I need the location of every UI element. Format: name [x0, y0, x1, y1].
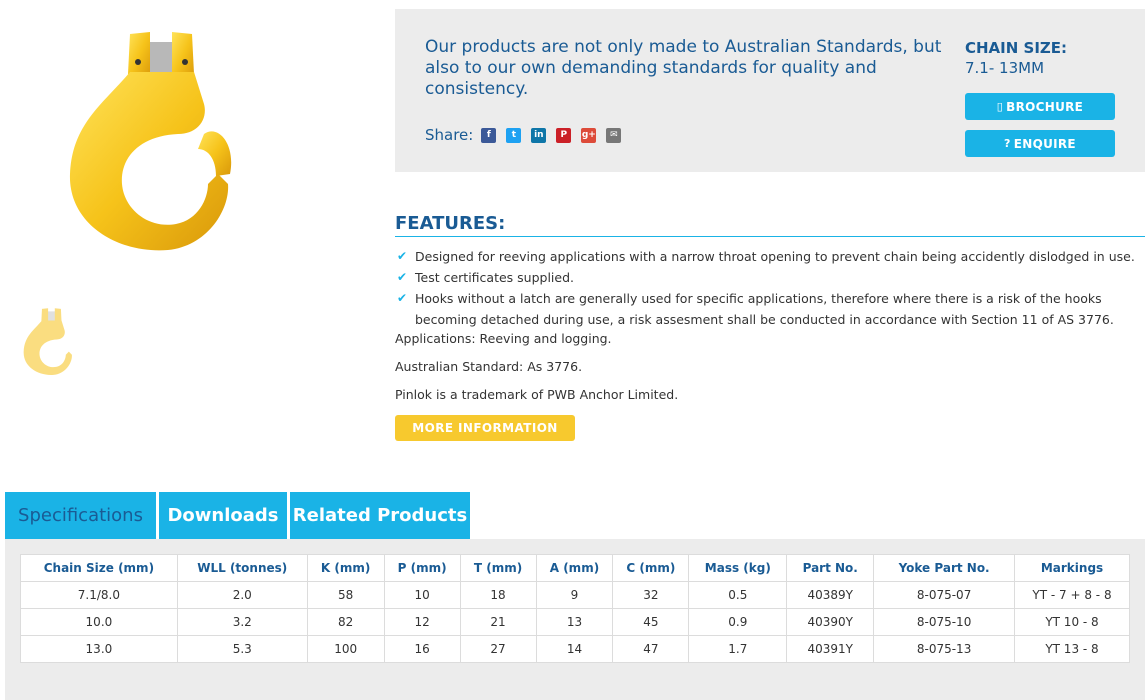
list-item: ✔ Test certificates supplied. [397, 267, 1145, 288]
table-cell: 32 [612, 581, 690, 609]
table-cell: 8-075-13 [873, 635, 1016, 663]
tab-specifications[interactable]: Specifications [5, 492, 156, 539]
pdf-file-icon: ▯ [996, 100, 1004, 113]
table-cell: 100 [306, 635, 385, 663]
twitter-icon[interactable]: t [506, 127, 522, 143]
table-cell: 45 [612, 608, 690, 636]
product-image [58, 24, 248, 264]
check-icon: ✔ [397, 249, 408, 263]
table-cell: 8-075-10 [873, 608, 1016, 636]
table-cell: 8-075-07 [873, 581, 1016, 609]
tab-downloads[interactable]: Downloads [159, 492, 287, 539]
table-cell: 16 [383, 635, 461, 663]
list-item: ✔ Designed for reeving applications with… [397, 246, 1145, 267]
table-cell: 10 [383, 581, 461, 609]
brochure-button-label: BROCHURE [1006, 99, 1084, 114]
table-row: 7.1/8.0 2.0 58 10 18 9 32 0.5 40389Y 8-0… [20, 581, 1130, 609]
table-cell: 13.0 [20, 635, 178, 663]
feature-text: Designed for reeving applications with a… [415, 249, 1135, 264]
share-bar: Share: f t in P g+ ✉ [425, 126, 631, 144]
table-cell: 2.0 [176, 581, 308, 609]
chain-size-label: CHAIN SIZE: [965, 39, 1068, 57]
more-information-button[interactable]: MORE INFORMATION [395, 415, 575, 441]
share-label: Share: [425, 126, 474, 144]
list-item: ✔ Hooks without a latch are generally us… [397, 288, 1145, 330]
specifications-panel: Chain Size (mm) WLL (tonnes) K (mm) P (m… [5, 539, 1145, 700]
table-cell: 3.2 [176, 608, 308, 636]
enquire-button-label: ENQUIRE [1013, 136, 1076, 151]
table-cell: 10.0 [20, 608, 178, 636]
features-list: ✔ Designed for reeving applications with… [397, 246, 1145, 330]
trademark-text: Pinlok is a trademark of PWB Anchor Limi… [395, 387, 679, 402]
column-header: WLL (tonnes) [176, 554, 308, 582]
column-header: Chain Size (mm) [20, 554, 178, 582]
table-cell: YT 10 - 8 [1014, 608, 1130, 636]
column-header: A (mm) [535, 554, 614, 582]
question-circle-icon: ? [1004, 137, 1011, 150]
column-header: K (mm) [306, 554, 385, 582]
email-icon[interactable]: ✉ [606, 127, 622, 143]
column-header: P (mm) [383, 554, 461, 582]
chain-size: CHAIN SIZE: 7.1- 13MM [965, 39, 1067, 77]
table-cell: 47 [612, 635, 690, 663]
check-icon: ✔ [397, 270, 408, 284]
column-header: Yoke Part No. [873, 554, 1016, 582]
chain-size-value: 7.1- 13MM [965, 59, 1045, 77]
table-cell: 14 [535, 635, 614, 663]
tab-related-products[interactable]: Related Products [290, 492, 470, 539]
linkedin-icon[interactable]: in [531, 127, 547, 143]
table-cell: 58 [306, 581, 385, 609]
table-cell: 12 [383, 608, 461, 636]
enquire-button[interactable]: ? ENQUIRE [965, 130, 1115, 157]
facebook-icon[interactable]: f [481, 127, 497, 143]
product-tabs: Specifications Downloads Related Product… [5, 492, 473, 539]
table-row: 13.0 5.3 100 16 27 14 47 1.7 40391Y 8-07… [20, 635, 1130, 663]
column-header: T (mm) [459, 554, 537, 582]
column-header: Mass (kg) [688, 554, 788, 582]
table-cell: 1.7 [688, 635, 788, 663]
column-header: Part No. [786, 554, 875, 582]
table-cell: 5.3 [176, 635, 308, 663]
table-cell: 27 [459, 635, 537, 663]
table-cell: 21 [459, 608, 537, 636]
table-cell: 0.9 [688, 608, 788, 636]
table-cell: YT - 7 + 8 - 8 [1014, 581, 1130, 609]
table-cell: 13 [535, 608, 614, 636]
brochure-button[interactable]: ▯ BROCHURE [965, 93, 1115, 120]
table-cell: 18 [459, 581, 537, 609]
table-row: 10.0 3.2 82 12 21 13 45 0.9 40390Y 8-075… [20, 608, 1130, 636]
applications-text: Applications: Reeving and logging. [395, 331, 612, 346]
features-title: FEATURES: [395, 213, 1145, 237]
standard-text: Australian Standard: As 3776. [395, 359, 583, 374]
table-cell: 82 [306, 608, 385, 636]
pinterest-icon[interactable]: P [556, 127, 572, 143]
product-info-box: Our products are not only made to Austra… [395, 9, 1145, 172]
specifications-table: Chain Size (mm) WLL (tonnes) K (mm) P (m… [20, 554, 1130, 663]
check-icon: ✔ [397, 291, 408, 305]
column-header: Markings [1014, 554, 1130, 582]
table-cell: YT 13 - 8 [1014, 635, 1130, 663]
table-cell: 40390Y [786, 608, 875, 636]
product-tagline: Our products are not only made to Austra… [425, 37, 942, 99]
table-cell: 7.1/8.0 [20, 581, 178, 609]
product-thumbnail[interactable] [20, 305, 78, 380]
feature-text: Hooks without a latch are generally used… [415, 291, 1114, 327]
table-cell: 40389Y [786, 581, 875, 609]
table-cell: 0.5 [688, 581, 788, 609]
table-header-row: Chain Size (mm) WLL (tonnes) K (mm) P (m… [20, 554, 1130, 582]
table-cell: 40391Y [786, 635, 875, 663]
column-header: C (mm) [612, 554, 690, 582]
feature-text: Test certificates supplied. [415, 270, 574, 285]
table-cell: 9 [535, 581, 614, 609]
google-plus-icon[interactable]: g+ [581, 127, 597, 143]
